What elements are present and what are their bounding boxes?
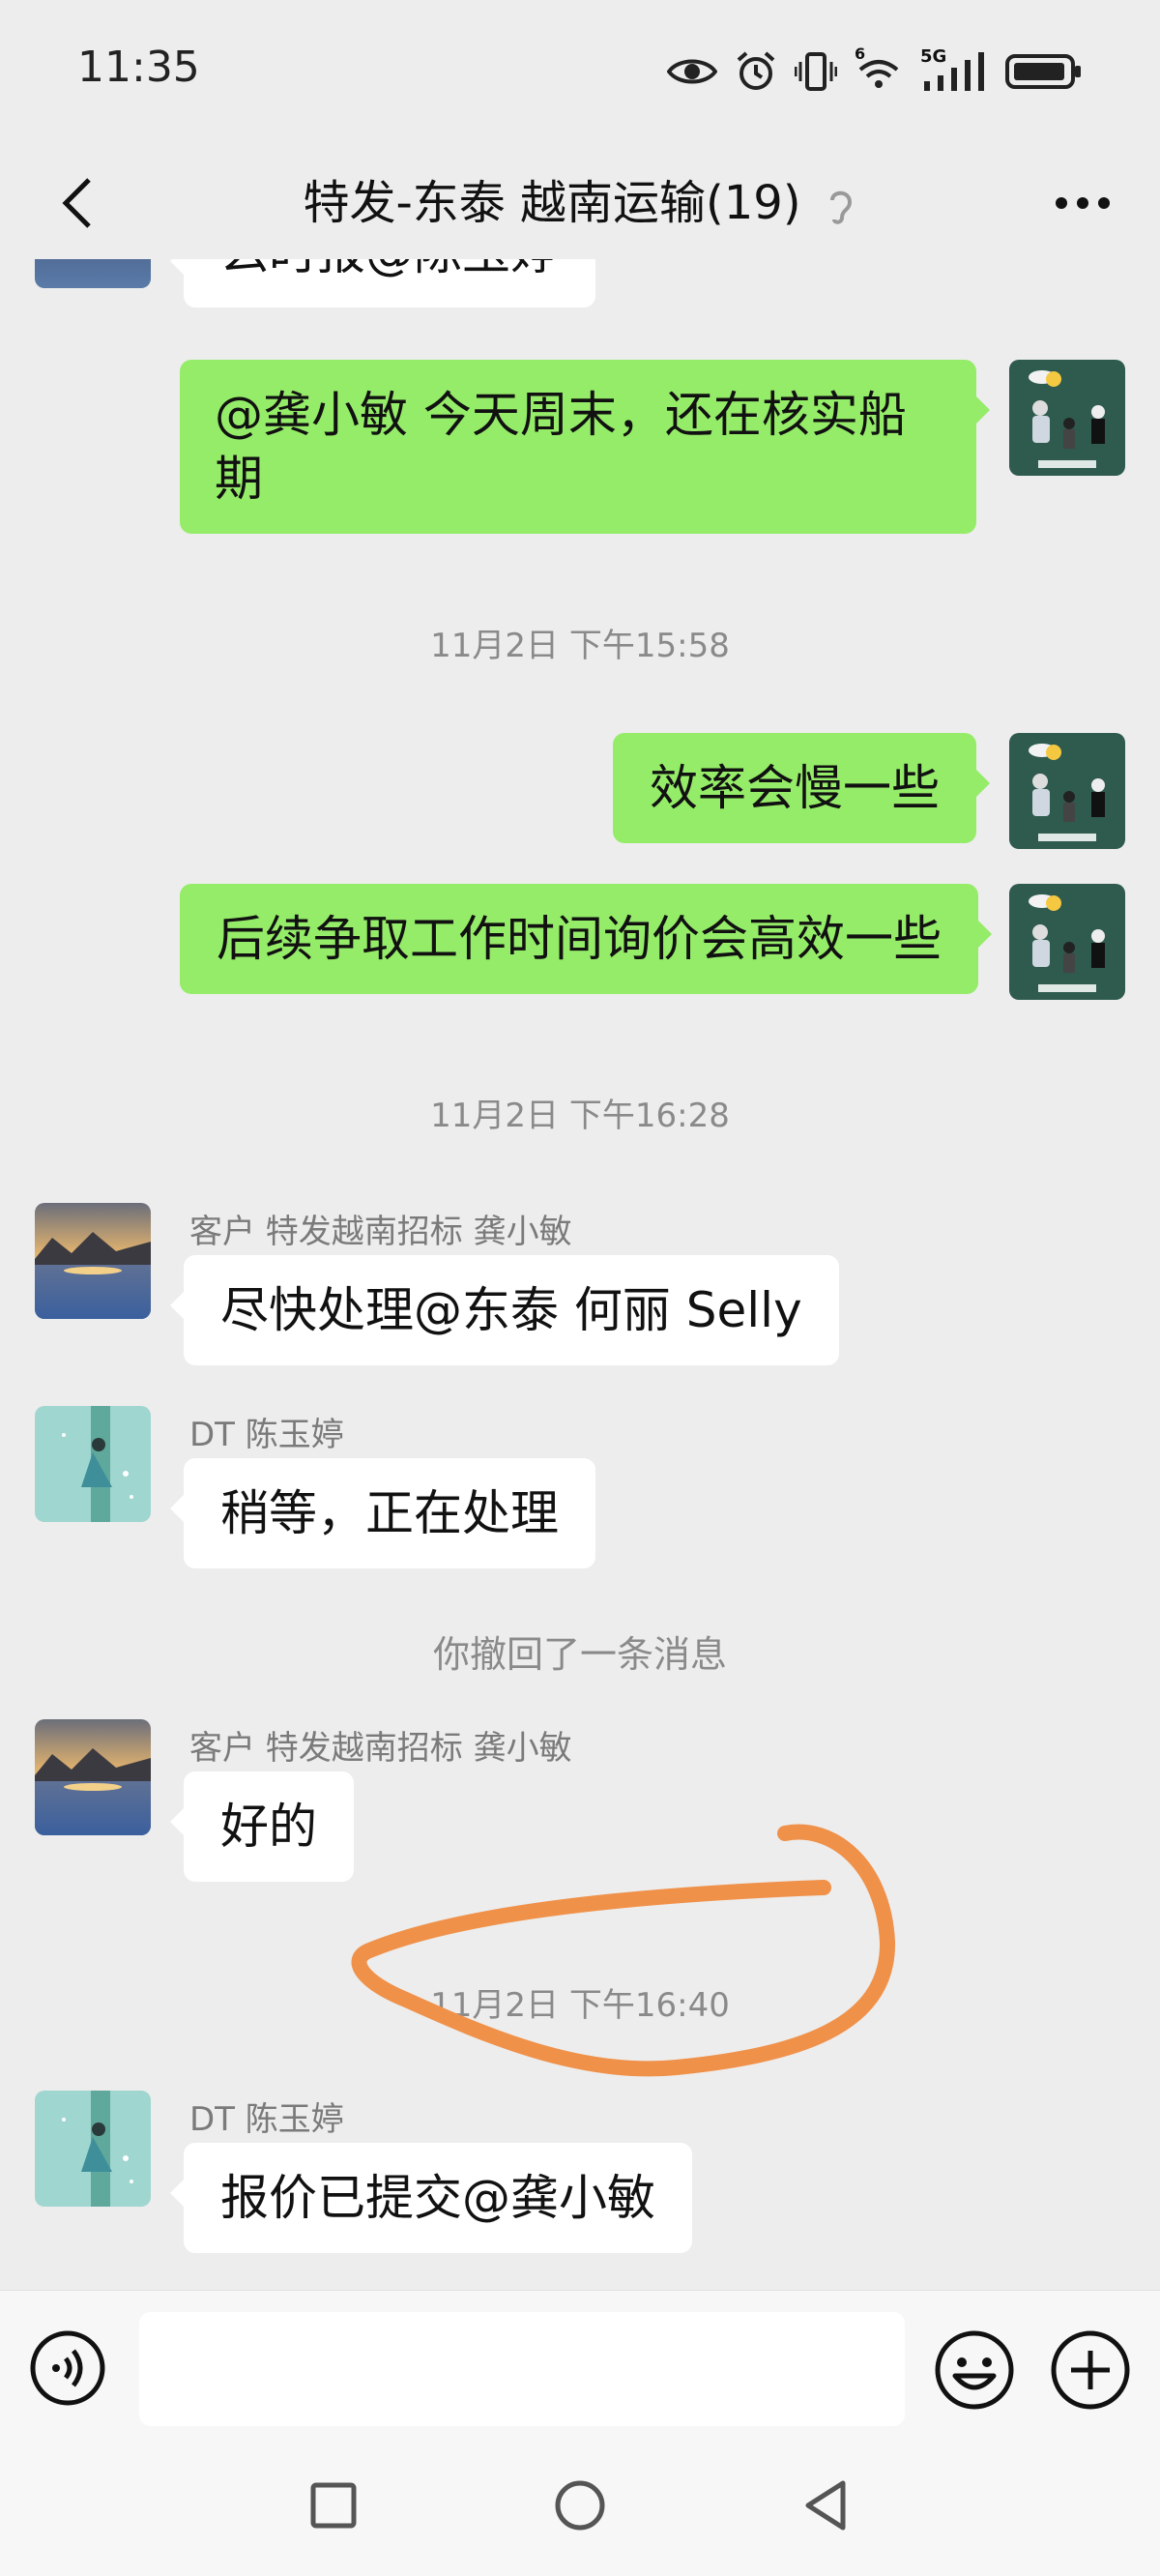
recent-apps-button[interactable] bbox=[300, 2472, 367, 2539]
message-text: 报价已提交@龚小敏 bbox=[220, 2170, 655, 2226]
cellular-indicator: 5G bbox=[920, 46, 988, 93]
back-nav-button[interactable] bbox=[793, 2472, 860, 2539]
more-dots-icon bbox=[1056, 197, 1110, 209]
circle-icon bbox=[555, 2480, 605, 2531]
voice-icon bbox=[30, 2330, 105, 2406]
more-functions-button[interactable] bbox=[1050, 2329, 1131, 2411]
chat-header: 特发-东泰 越南运输(19) bbox=[0, 145, 1160, 259]
wifi-indicator: 6 bbox=[855, 44, 903, 93]
status-bar: 11:35 6 5G bbox=[0, 0, 1160, 145]
sender-name: DT 陈玉婷 bbox=[189, 2100, 344, 2139]
status-icons: 6 5G bbox=[667, 43, 1083, 101]
hand-drawn-circle-annotation bbox=[351, 1824, 896, 2077]
message-list[interactable]: 么时报@陈玉婷 @龚小敏 今天周末，还在核实船 期 11月2日 下午15:58 … bbox=[0, 259, 1160, 2290]
avatar-girl[interactable] bbox=[35, 2091, 151, 2207]
home-button[interactable] bbox=[546, 2472, 614, 2539]
emoji-icon bbox=[935, 2330, 1014, 2410]
battery-icon bbox=[1005, 54, 1081, 89]
more-options-button[interactable] bbox=[1044, 164, 1121, 242]
earpiece-mode-icon bbox=[829, 190, 852, 224]
vibrate-icon bbox=[795, 52, 837, 91]
alarm-icon bbox=[737, 51, 775, 90]
message-input[interactable] bbox=[139, 2312, 905, 2426]
chat-title: 特发-东泰 越南运输(19) bbox=[0, 164, 1160, 242]
input-bar bbox=[0, 2290, 1160, 2436]
signal-icon bbox=[924, 52, 984, 91]
emoji-button[interactable] bbox=[934, 2329, 1015, 2411]
system-navigation-bar bbox=[0, 2435, 1160, 2576]
eye-icon bbox=[667, 59, 717, 84]
triangle-back-icon bbox=[805, 2480, 846, 2531]
chat-title-text: 特发-东泰 越南运输(19) bbox=[303, 176, 801, 230]
voice-button[interactable] bbox=[29, 2329, 106, 2407]
plus-icon bbox=[1051, 2330, 1130, 2410]
message-bubble[interactable]: 报价已提交@龚小敏 bbox=[170, 2143, 692, 2253]
square-icon bbox=[310, 2482, 357, 2529]
status-time: 11:35 bbox=[77, 43, 200, 92]
wifi-icon bbox=[858, 60, 899, 88]
